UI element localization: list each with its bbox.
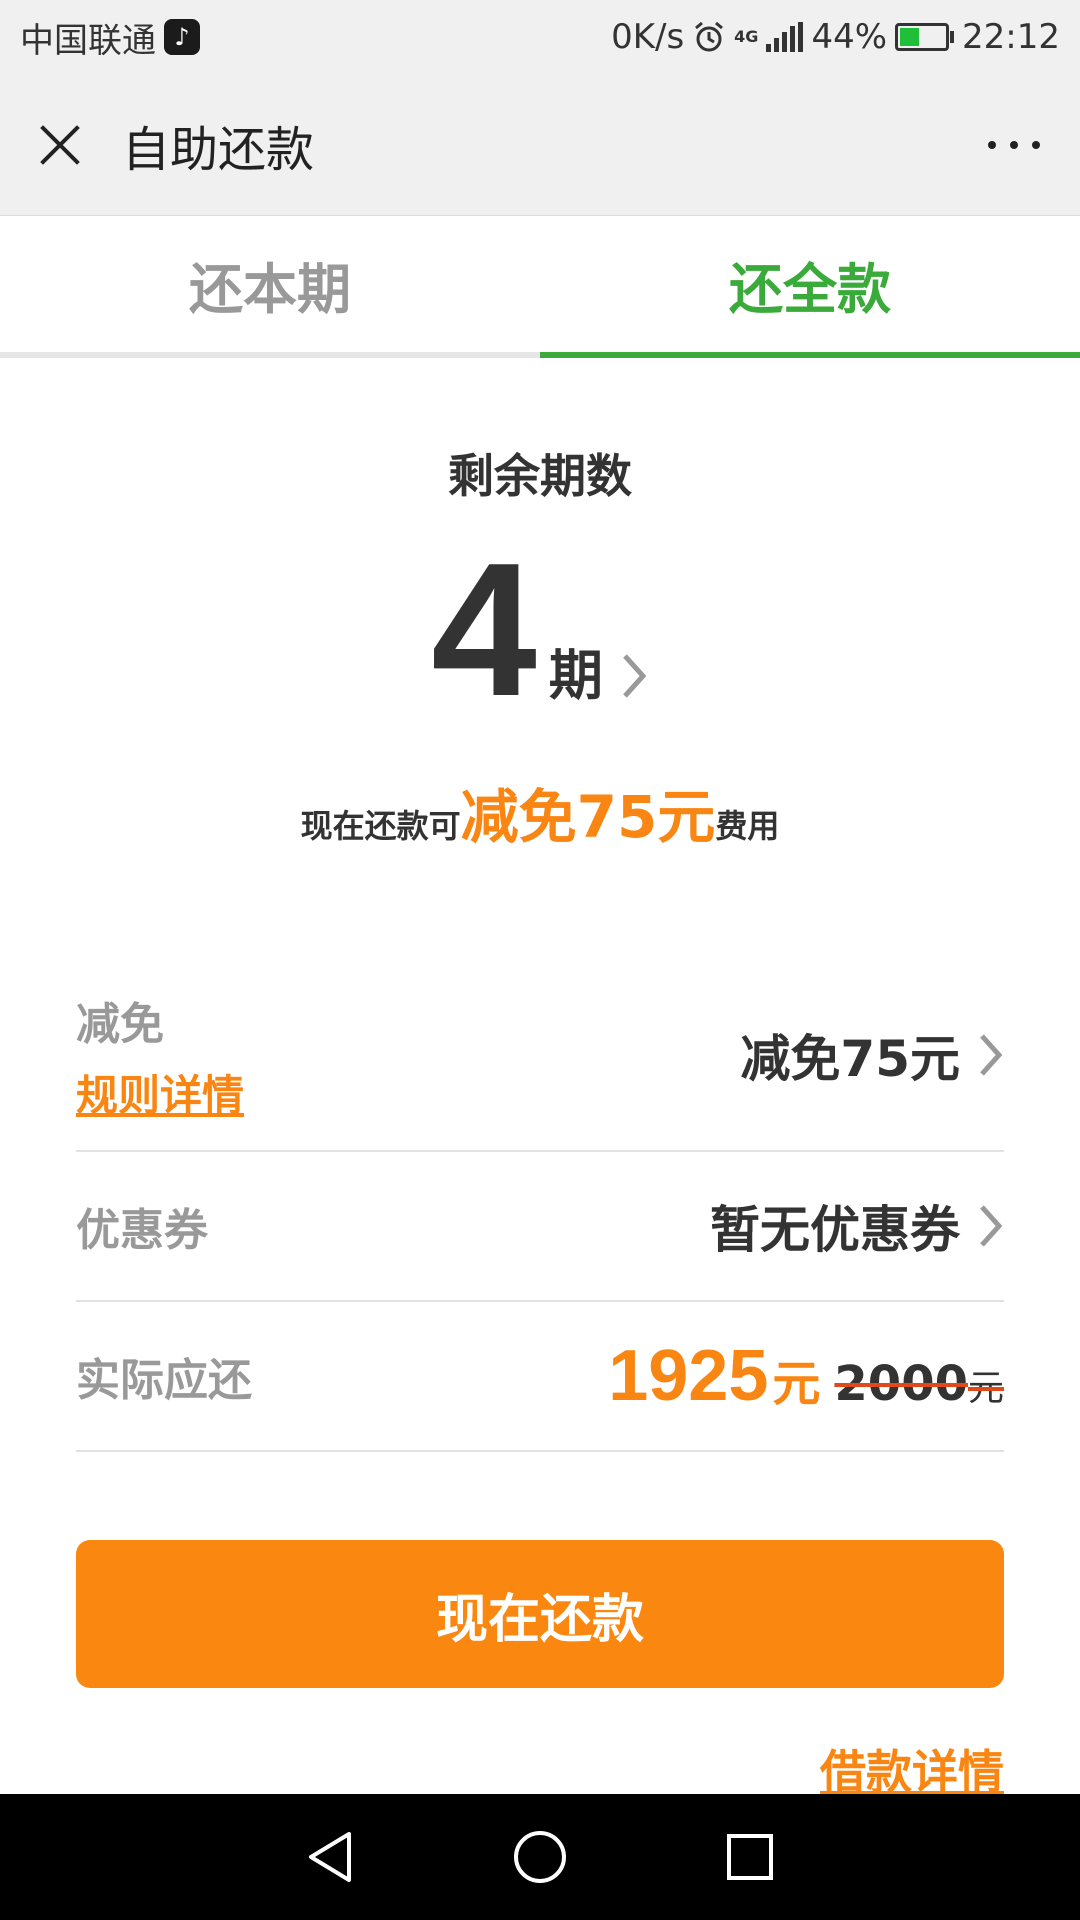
loan-details-link[interactable]: 借款详情	[820, 1736, 1004, 1802]
clock: 22:12	[962, 17, 1060, 57]
remaining-periods-label: 剩余期数	[448, 449, 632, 503]
status-bar-right: 0K/s 4G 44% 22:12	[611, 17, 1060, 57]
network-speed: 0K/s	[611, 17, 685, 57]
reduction-label-group: 减免 规则详情	[76, 988, 244, 1123]
more-options-icon[interactable]	[984, 121, 1044, 169]
status-bar: 中国联通 ♪ 0K/s 4G 44% 22:12	[0, 0, 1080, 74]
tab-repay-full[interactable]: 还全款	[540, 216, 1080, 358]
back-icon[interactable]	[300, 1827, 360, 1887]
discount-prefix: 现在还款可	[300, 807, 461, 845]
signal-strength-icon	[766, 22, 804, 52]
battery-percent: 44%	[811, 17, 888, 57]
reduction-value[interactable]: 减免75元	[740, 1019, 1004, 1091]
reduction-row: 减免 规则详情 减免75元	[76, 960, 1004, 1152]
tiktok-notification-icon: ♪	[164, 19, 200, 55]
reduction-label: 减免	[76, 998, 164, 1050]
remaining-periods[interactable]: 4 期	[0, 524, 1080, 736]
coupon-label: 优惠券	[76, 1205, 208, 1256]
actual-payment-amount: 1925 元 2000 元	[608, 1335, 1004, 1417]
repay-now-button[interactable]: 现在还款	[76, 1540, 1004, 1688]
reduction-amount: 减免75元	[740, 1030, 960, 1088]
rules-details-link[interactable]: 规则详情	[76, 1062, 244, 1123]
home-icon[interactable]	[510, 1827, 570, 1887]
page-title: 自助还款	[122, 121, 315, 178]
coupon-status: 暂无优惠券	[710, 1201, 960, 1259]
periods-count: 4	[431, 524, 537, 736]
discount-summary: 现在还款可减免75元费用	[0, 770, 1080, 854]
title-bar: 自助还款	[0, 74, 1080, 216]
periods-unit: 期	[548, 644, 603, 707]
recent-apps-icon[interactable]	[720, 1827, 780, 1887]
battery-icon	[895, 23, 955, 51]
close-icon[interactable]	[36, 121, 84, 169]
actual-payment-row: 实际应还 1925 元 2000 元	[76, 1302, 1004, 1452]
status-bar-left: 中国联通 ♪	[20, 13, 200, 62]
network-type-badge: 4G	[734, 27, 759, 46]
coupon-row: 优惠券 暂无优惠券	[76, 1152, 1004, 1302]
payable-unit: 元	[772, 1356, 821, 1412]
coupon-value[interactable]: 暂无优惠券	[710, 1190, 1004, 1262]
tab-bar: 还本期 还全款	[0, 216, 1080, 358]
alarm-icon	[695, 21, 724, 52]
discount-highlight: 减免75元	[460, 783, 716, 851]
original-unit: 元	[967, 1368, 1004, 1409]
tab-repay-current-period[interactable]: 还本期	[0, 216, 540, 352]
chevron-right-icon	[980, 1034, 1003, 1076]
actual-payment-label: 实际应还	[76, 1355, 252, 1406]
system-navigation-bar	[0, 1794, 1080, 1920]
payable-amount: 1925	[608, 1336, 769, 1416]
carrier-name: 中国联通	[20, 20, 156, 61]
original-amount: 2000	[834, 1356, 968, 1412]
chevron-right-icon	[622, 654, 647, 698]
discount-suffix: 费用	[715, 807, 780, 845]
chevron-right-icon	[980, 1205, 1003, 1247]
